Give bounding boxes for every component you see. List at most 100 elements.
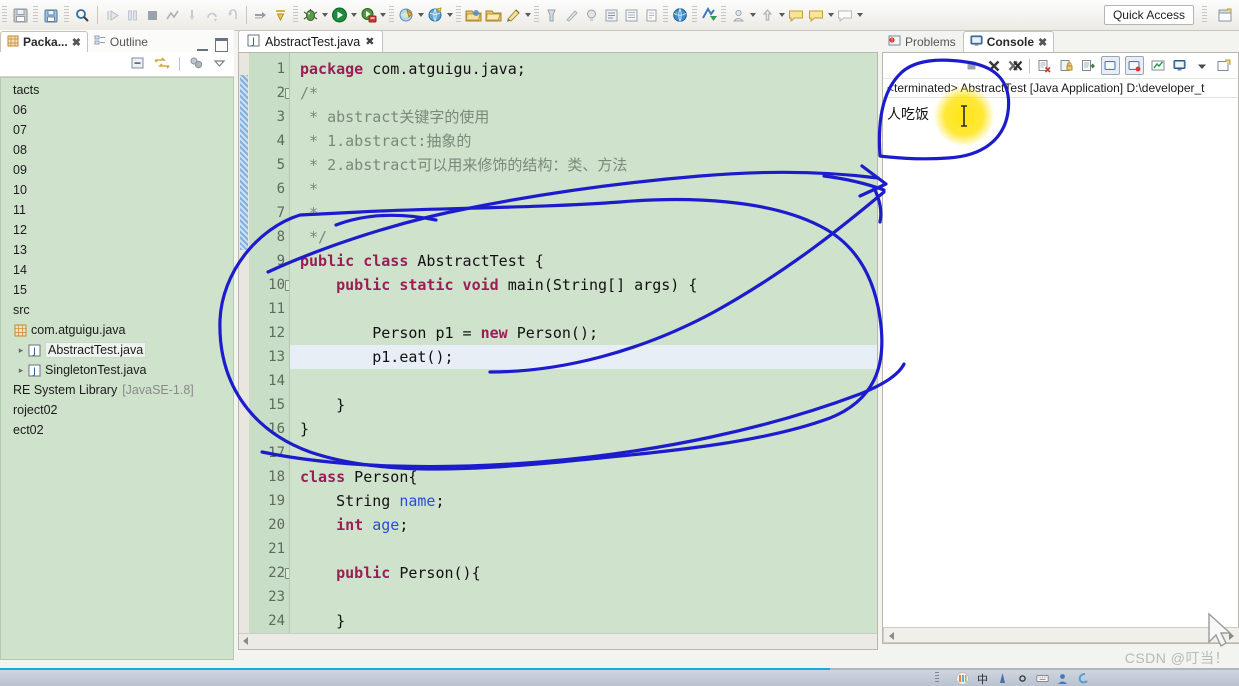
toolbar-grip-4[interactable]	[293, 6, 298, 24]
toolbar-grip-9[interactable]	[692, 6, 697, 24]
view-menu-icon[interactable]	[189, 56, 204, 73]
new-console-view-icon[interactable]	[1171, 57, 1188, 74]
ime-mode-icon[interactable]	[996, 672, 1009, 685]
disconnect-icon[interactable]	[162, 5, 182, 25]
run-icon[interactable]	[329, 5, 349, 25]
code-line[interactable]: int age;	[290, 513, 877, 537]
ime-chinese-icon[interactable]: 中	[976, 672, 989, 685]
ime-orange-icon[interactable]	[956, 672, 969, 685]
page-icon[interactable]	[641, 5, 661, 25]
toolbar-grip-8[interactable]	[663, 6, 668, 24]
tree-item[interactable]: ▸ J AbstractTest.java	[1, 340, 233, 360]
pin-console-icon[interactable]	[1125, 56, 1144, 75]
tab-outline[interactable]: Outline	[88, 32, 154, 52]
tab-problems[interactable]: ! Problems	[882, 32, 962, 52]
code-line[interactable]: */	[290, 225, 877, 249]
tree-item[interactable]: 10	[1, 180, 233, 200]
code-line[interactable]: * 2.abstract可以用来修饰的结构：类、方法	[290, 153, 877, 177]
code-line[interactable]	[290, 369, 877, 393]
external-tools-dropdown-icon[interactable]	[416, 5, 425, 25]
toolbar-grip-5[interactable]	[389, 6, 394, 24]
toolbar-grip-10[interactable]	[721, 6, 726, 24]
tree-item[interactable]: ect02	[1, 420, 233, 440]
tab-package-explorer[interactable]: Packa... ✖	[0, 31, 88, 52]
new-class-dropdown-icon[interactable]	[523, 5, 532, 25]
comment-yellow-icon[interactable]	[786, 5, 806, 25]
tree-expand-arrow-icon[interactable]: ▸	[15, 345, 27, 356]
code-line[interactable]: *	[290, 201, 877, 225]
step-over-icon[interactable]	[202, 5, 222, 25]
coverage-icon[interactable]	[358, 5, 378, 25]
new-console-icon[interactable]	[1215, 57, 1232, 74]
toolbar-grip-6[interactable]	[456, 6, 461, 24]
scroll-left-icon[interactable]	[889, 632, 894, 640]
maximize-icon[interactable]	[215, 38, 228, 52]
open-type-icon[interactable]	[601, 5, 621, 25]
lock-scroll-icon[interactable]	[1057, 57, 1074, 74]
code-line[interactable]: }	[290, 417, 877, 441]
coverage-dropdown-icon[interactable]	[378, 5, 387, 25]
toolbar-grip[interactable]	[2, 6, 7, 24]
pin-icon[interactable]	[541, 5, 561, 25]
toolbar-grip-2[interactable]	[33, 6, 38, 24]
code-area[interactable]: package com.atguigu.java; /* * abstract关键…	[289, 53, 877, 649]
terminate-icon[interactable]	[963, 57, 980, 74]
open-perspective-icon[interactable]	[1215, 5, 1235, 25]
tree-item[interactable]: roject02	[1, 400, 233, 420]
project-tree[interactable]: tacts 06 07 08 09 10 11 12 13 14 15 src com.atguigu.…	[0, 77, 234, 660]
open-task-icon[interactable]	[621, 5, 641, 25]
search-icon[interactable]	[72, 5, 92, 25]
search-globe-icon[interactable]	[425, 5, 445, 25]
tree-item[interactable]: com.atguigu.java	[1, 320, 233, 340]
link-with-editor-icon[interactable]	[154, 56, 170, 73]
tree-item[interactable]: 11	[1, 200, 233, 220]
close-icon[interactable]: ✖	[365, 35, 374, 48]
clear-console-icon[interactable]	[1035, 57, 1052, 74]
code-line[interactable]	[290, 537, 877, 561]
person-icon[interactable]	[728, 5, 748, 25]
new-class-icon[interactable]	[503, 5, 523, 25]
code-line[interactable]	[290, 585, 877, 609]
comment-grey-icon[interactable]	[835, 5, 855, 25]
console-dropdown-icon[interactable]	[1193, 57, 1210, 74]
resume-icon[interactable]	[102, 5, 122, 25]
collapse-all-icon[interactable]	[130, 56, 145, 73]
editor-marker-ruler[interactable]	[239, 53, 249, 649]
save-icon[interactable]	[10, 5, 30, 25]
tree-item[interactable]: RE System Library [JavaSE-1.8]	[1, 380, 233, 400]
new-java-project-icon[interactable]	[463, 5, 483, 25]
tray-settings-icon[interactable]	[1076, 672, 1089, 685]
quick-access-input[interactable]: Quick Access	[1103, 5, 1194, 25]
perspective-switch-icon[interactable]	[699, 5, 719, 25]
tree-item[interactable]: 07	[1, 120, 233, 140]
person-dropdown-icon[interactable]	[748, 5, 757, 25]
tree-item[interactable]: 13	[1, 240, 233, 260]
toolbar-grip-7[interactable]	[534, 6, 539, 24]
code-line[interactable]: }	[290, 393, 877, 417]
tree-item[interactable]: 06	[1, 100, 233, 120]
run-dropdown-icon[interactable]	[349, 5, 358, 25]
tree-item[interactable]: src	[1, 300, 233, 320]
code-line[interactable]: package com.atguigu.java;	[290, 57, 877, 81]
suspend-icon[interactable]	[122, 5, 142, 25]
debug-icon[interactable]	[300, 5, 320, 25]
tree-item[interactable]: ▸ J SingletonTest.java	[1, 360, 233, 380]
open-console-icon[interactable]	[1149, 57, 1166, 74]
lightbulb-icon[interactable]	[581, 5, 601, 25]
remove-launch-icon[interactable]	[985, 57, 1002, 74]
tab-console[interactable]: Console ✖	[962, 31, 1055, 52]
ime-punctuation-icon[interactable]	[1016, 672, 1029, 685]
scroll-left-icon[interactable]	[243, 637, 248, 645]
upload-dropdown-icon[interactable]	[777, 5, 786, 25]
code-line[interactable]: Person p1 = new Person();	[290, 321, 877, 345]
remove-all-launches-icon[interactable]	[1007, 57, 1024, 74]
external-tools-icon[interactable]	[396, 5, 416, 25]
user-icon[interactable]	[1056, 672, 1069, 685]
code-line[interactable]: public class AbstractTest {	[290, 249, 877, 273]
view-dropdown-icon[interactable]	[213, 57, 226, 72]
comment-grey-dropdown-icon[interactable]	[855, 5, 864, 25]
search-globe-dropdown-icon[interactable]	[445, 5, 454, 25]
code-line[interactable]: * abstract关键字的使用	[290, 105, 877, 129]
code-line[interactable]: }	[290, 609, 877, 633]
console-horizontal-scrollbar[interactable]	[883, 627, 1239, 643]
